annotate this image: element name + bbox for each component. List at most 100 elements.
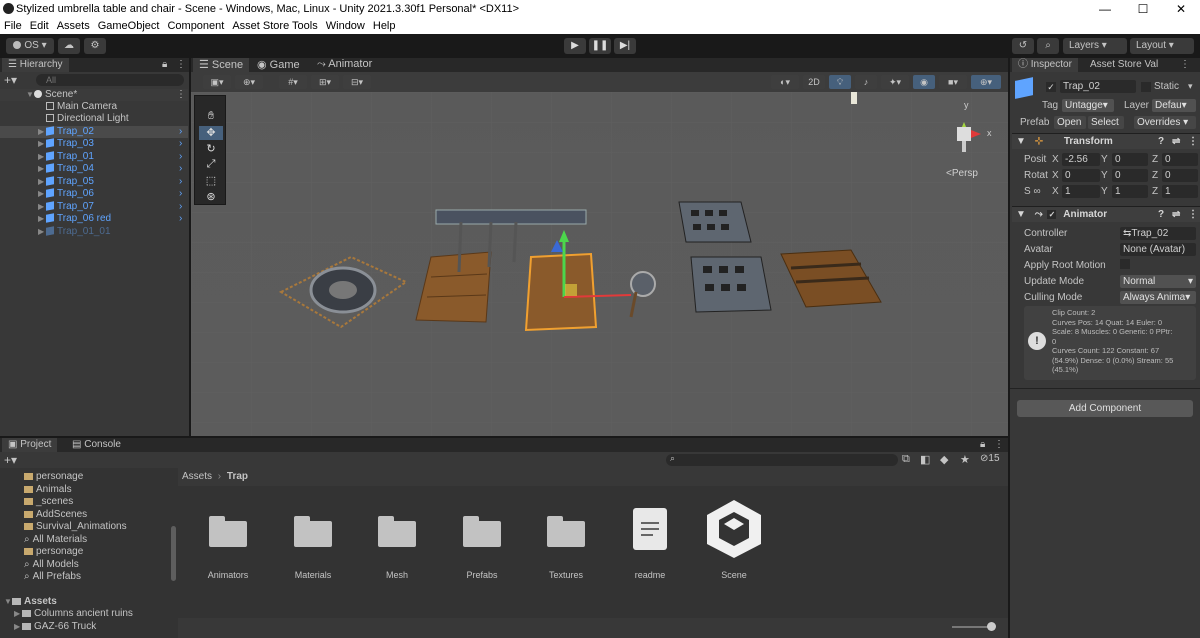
- open-prefab-arrow-icon[interactable]: ›: [179, 201, 182, 213]
- menu-assets[interactable]: Assets: [53, 20, 94, 32]
- tree-item-columns-ancient-ruins[interactable]: ▶ Columns ancient ruins: [0, 608, 178, 620]
- rect-tool-icon[interactable]: ⬚: [199, 174, 223, 188]
- open-prefab-arrow-icon[interactable]: ›: [179, 213, 182, 225]
- tag-icon[interactable]: ◆: [940, 453, 948, 466]
- preset-icon[interactable]: ⇌: [1172, 207, 1180, 223]
- tree-item-gaz-66-truck[interactable]: ▶ GAZ-66 Truck: [0, 621, 178, 633]
- folder-icon[interactable]: [378, 516, 416, 547]
- search-by-label-icon[interactable]: ◧: [920, 453, 930, 466]
- kebab-menu-icon[interactable]: ⋮: [176, 58, 186, 72]
- tree-item-personage[interactable]: personage: [0, 471, 178, 483]
- animator-enabled-checkbox[interactable]: ✓: [1047, 209, 1057, 219]
- asset-label-textures[interactable]: Textures: [526, 570, 606, 580]
- tree-item-personage-search[interactable]: personage: [0, 546, 178, 558]
- static-dropdown-icon[interactable]: ▾: [1188, 81, 1193, 92]
- open-prefab-arrow-icon[interactable]: ›: [179, 176, 182, 188]
- hierarchy-item-trap-04[interactable]: ▶ Trap_04 ›: [0, 163, 188, 175]
- icon-size-slider[interactable]: [952, 626, 992, 628]
- layers-dropdown[interactable]: Layers ▾: [1063, 38, 1127, 54]
- menu-edit[interactable]: Edit: [26, 20, 53, 32]
- menu-file[interactable]: File: [0, 20, 26, 32]
- hierarchy-item-trap-05[interactable]: ▶ Trap_05 ›: [0, 176, 188, 188]
- scene-menu-icon[interactable]: ⋮: [176, 89, 186, 101]
- tab-project[interactable]: ▣ Project: [2, 438, 58, 452]
- scale-y-field[interactable]: 1: [1112, 185, 1148, 198]
- icon-size-slider-handle[interactable]: [987, 622, 996, 631]
- asset-label-scene[interactable]: Scene: [694, 570, 774, 580]
- controller-field[interactable]: ⇆Trap_02: [1120, 227, 1196, 240]
- hierarchy-search-input[interactable]: [36, 74, 184, 86]
- prefab-overrides-dropdown[interactable]: Overrides ▾: [1134, 116, 1196, 129]
- static-checkbox[interactable]: [1141, 82, 1151, 92]
- asset-label-animators[interactable]: Animators: [188, 570, 268, 580]
- hierarchy-item-trap-01-01[interactable]: ▶ Trap_01_01: [0, 226, 188, 238]
- tab-game[interactable]: ◉ Game: [251, 58, 306, 72]
- folder-icon[interactable]: [209, 516, 247, 547]
- hidden-objects-toggle[interactable]: ◉: [913, 75, 935, 89]
- component-menu-icon[interactable]: ⋮: [1188, 207, 1198, 223]
- asset-label-readme[interactable]: readme: [610, 570, 690, 580]
- help-icon[interactable]: ?: [1158, 207, 1164, 223]
- maximize-button[interactable]: ☐: [1124, 0, 1162, 18]
- menu-help[interactable]: Help: [369, 20, 400, 32]
- audio-toggle[interactable]: ♪: [855, 75, 877, 89]
- project-create-button[interactable]: +▾: [4, 454, 24, 466]
- hierarchy-item-trap-01[interactable]: ▶ Trap_01 ›: [0, 151, 188, 163]
- step-button[interactable]: ▶|: [614, 38, 636, 54]
- tree-item-assets[interactable]: ▼ Assets: [0, 596, 178, 608]
- preset-icon[interactable]: ⇌: [1172, 134, 1180, 150]
- transform-header[interactable]: ▼ ⊹ Transform ? ⇌ ⋮: [1012, 133, 1200, 149]
- folder-icon[interactable]: [547, 516, 585, 547]
- tag-dropdown[interactable]: Untagge▾: [1062, 99, 1114, 112]
- pause-button[interactable]: ❚❚: [589, 38, 611, 54]
- hierarchy-item-main-camera[interactable]: Main Camera: [0, 101, 188, 113]
- rotate-tool-icon[interactable]: ↻: [199, 142, 223, 156]
- search-button[interactable]: ⌕: [1037, 38, 1059, 54]
- kebab-menu-icon[interactable]: ⋮: [994, 438, 1004, 452]
- open-prefab-arrow-icon[interactable]: ›: [179, 126, 182, 138]
- tree-item-addscenes[interactable]: AddScenes: [0, 509, 178, 521]
- open-prefab-arrow-icon[interactable]: ›: [179, 188, 182, 200]
- apply-root-motion-checkbox[interactable]: [1120, 259, 1130, 269]
- camera-settings-button[interactable]: ■▾: [939, 75, 967, 89]
- open-prefab-arrow-icon[interactable]: ›: [179, 163, 182, 175]
- asset-label-materials[interactable]: Materials: [273, 570, 353, 580]
- effects-toggle[interactable]: ✦▾: [881, 75, 909, 89]
- position-z-field[interactable]: 0: [1162, 153, 1198, 166]
- help-icon[interactable]: ?: [1158, 134, 1164, 150]
- search-by-type-icon[interactable]: ⧉: [902, 453, 910, 466]
- folder-icon[interactable]: [294, 516, 332, 547]
- document-icon[interactable]: [633, 508, 667, 550]
- hierarchy-item-trap-03[interactable]: ▶ Trap_03 ›: [0, 138, 188, 150]
- hierarchy-item-trap-06-red[interactable]: ▶ Trap_06 red ›: [0, 213, 188, 225]
- gizmos-button[interactable]: ⊕▾: [971, 75, 1001, 89]
- tree-item-survival-animations[interactable]: Survival_Animations: [0, 521, 178, 533]
- menu-gameobject[interactable]: GameObject: [94, 20, 164, 32]
- object-name-field[interactable]: Trap_02: [1060, 80, 1136, 93]
- toggle-2d-button[interactable]: 2D: [803, 75, 825, 89]
- rotation-z-field[interactable]: 0: [1162, 169, 1198, 182]
- hierarchy-item-trap-02[interactable]: ▶ Trap_02 ›: [0, 126, 188, 138]
- rotation-y-field[interactable]: 0: [1112, 169, 1148, 182]
- lock-icon[interactable]: 🔒︎: [162, 58, 167, 72]
- component-menu-icon[interactable]: ⋮: [1188, 134, 1198, 150]
- update-mode-dropdown[interactable]: Normal ▾: [1120, 275, 1196, 288]
- asset-label-mesh[interactable]: Mesh: [357, 570, 437, 580]
- tree-item-animals[interactable]: Animals: [0, 484, 178, 496]
- play-button[interactable]: ▶: [564, 38, 586, 54]
- tree-item-all-prefabs[interactable]: ⌕ All Prefabs: [0, 571, 178, 583]
- project-search-input[interactable]: [666, 454, 898, 466]
- create-button[interactable]: +▾: [4, 74, 22, 86]
- animator-header[interactable]: ▼ ⤳ ✓ Animator ? ⇌ ⋮: [1012, 206, 1200, 222]
- open-prefab-arrow-icon[interactable]: ›: [179, 151, 182, 163]
- unity-scene-icon[interactable]: [705, 498, 763, 560]
- tab-scene[interactable]: ☰ Scene: [193, 58, 250, 72]
- transform-tool-icon[interactable]: ⊛: [199, 190, 223, 204]
- position-x-field[interactable]: -2.56: [1062, 153, 1100, 166]
- snap-increment-button[interactable]: ⊞▾: [311, 75, 339, 89]
- open-prefab-arrow-icon[interactable]: ›: [179, 138, 182, 150]
- breadcrumb-assets[interactable]: Assets: [182, 471, 212, 482]
- scene-root[interactable]: ▼ Scene* ⋮: [0, 89, 188, 101]
- lighting-toggle[interactable]: 💡︎: [829, 75, 851, 89]
- tab-console[interactable]: ▤ Console: [66, 438, 127, 452]
